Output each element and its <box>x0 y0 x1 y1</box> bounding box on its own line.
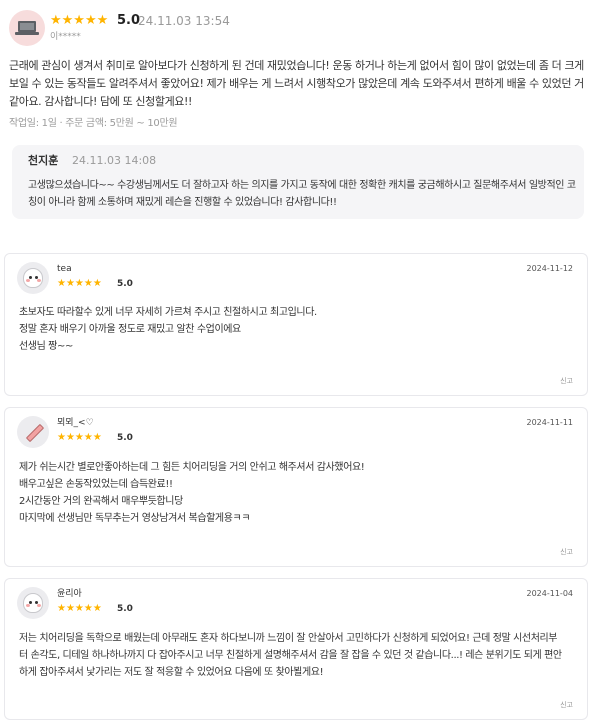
smiley-face-icon <box>23 268 43 288</box>
avatar <box>17 262 49 294</box>
rating-score: 5.0 <box>117 279 133 289</box>
review-card: 윤리아 ★★★★★ 5.0 2024-11-04 저는 치어리딩을 독학으로 배… <box>4 578 588 720</box>
rating-stars: ★★★★★ <box>57 278 102 289</box>
review-card: tea ★★★★★ 5.0 2024-11-12 초보자도 따라할수 있게 너무… <box>4 253 588 396</box>
review-date: 2024-11-12 <box>526 264 574 273</box>
avatar <box>9 10 45 46</box>
rating-score: 5.0 <box>117 13 141 28</box>
review-text: 초보자도 따라할수 있게 너무 자세히 가르쳐 주시고 친절하시고 최고입니다.… <box>19 307 317 352</box>
reply-author: 천지훈 <box>28 154 59 167</box>
report-button[interactable]: 신고 <box>560 547 573 557</box>
reply-text: 고생많으셨습니다~~ 수강생님께서도 더 잘하고자 하는 의지를 가지고 동작에… <box>28 180 576 208</box>
reviewer-name: 뫼뫼_<♡ <box>57 418 94 428</box>
laptop-icon <box>18 21 36 32</box>
review-text: 저는 치어리딩을 독학으로 배웠는데 아무래도 혼자 하다보니까 느낌이 잘 안… <box>19 633 562 678</box>
smiley-face-icon <box>23 593 43 613</box>
rating-stars: ★★★★★ <box>57 432 102 443</box>
rating-stars: ★★★★★ <box>50 13 109 28</box>
review-date: 24.11.03 13:54 <box>138 14 230 28</box>
top-review: ★★★★★ 5.0 24.11.03 13:54 이***** 근래에 관심이 … <box>0 0 593 232</box>
avatar <box>17 416 49 448</box>
avatar <box>17 587 49 619</box>
review-text: 제가 쉬는시간 별로안좋아하는데 그 힘든 치어리딩을 거의 안쉬고 해주셔서 … <box>19 462 365 524</box>
review-date: 2024-11-11 <box>526 418 574 427</box>
report-button[interactable]: 신고 <box>560 376 573 386</box>
review-date: 2024-11-04 <box>526 589 574 598</box>
rating-score: 5.0 <box>117 433 133 443</box>
report-button[interactable]: 신고 <box>560 700 573 710</box>
seller-reply: 천지훈 24.11.03 14:08 고생많으셨습니다~~ 수강생님께서도 더 … <box>12 145 584 219</box>
review-card: 뫼뫼_<♡ ★★★★★ 5.0 2024-11-11 제가 쉬는시간 별로안좋아… <box>4 407 588 567</box>
rating-score: 5.0 <box>117 604 133 614</box>
reviewer-name: 이***** <box>50 32 81 42</box>
reviewer-name: 윤리아 <box>57 589 82 599</box>
review-text: 근래에 관심이 생겨서 취미로 알아보다가 신청하게 된 건데 재밌었습니다! … <box>9 59 584 108</box>
order-meta: 작업일: 1일 · 주문 금액: 5만원 ~ 10만원 <box>9 118 178 129</box>
reply-date: 24.11.03 14:08 <box>72 154 157 167</box>
pencil-icon <box>25 423 45 443</box>
reviewer-name: tea <box>57 264 72 274</box>
rating-stars: ★★★★★ <box>57 603 102 614</box>
